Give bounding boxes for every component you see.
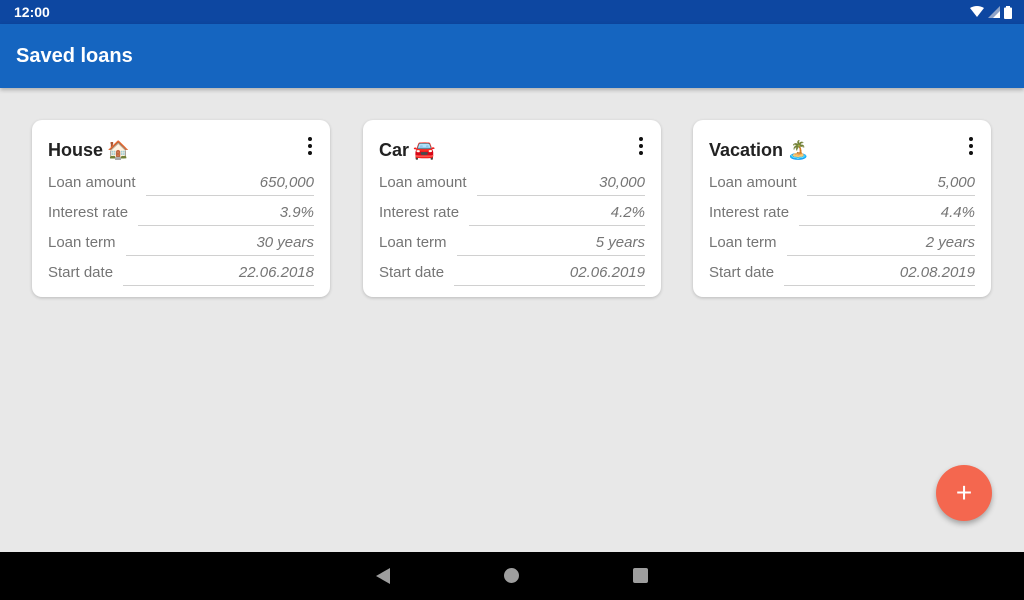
- island-icon: 🏝️: [787, 139, 810, 160]
- field-value: 30,000: [476, 174, 645, 196]
- add-loan-button[interactable]: +: [936, 465, 992, 521]
- field-value: 650,000: [145, 174, 314, 196]
- more-vert-icon: [969, 137, 973, 141]
- loan-field-row: Loan term 2 years: [709, 226, 975, 256]
- field-value: 30 years: [125, 234, 314, 256]
- status-icons: [970, 5, 1012, 19]
- loan-field-row: Start date 02.08.2019: [709, 256, 975, 286]
- loan-field-row: Loan amount 650,000: [48, 166, 314, 196]
- battery-icon: [1004, 5, 1012, 19]
- loan-field-row: Interest rate 4.2%: [379, 196, 645, 226]
- field-value: 5,000: [806, 174, 975, 196]
- loan-field-row: Start date 22.06.2018: [48, 256, 314, 286]
- field-label: Loan amount: [48, 174, 136, 191]
- field-label: Loan term: [379, 234, 447, 251]
- loan-field-row: Loan term 30 years: [48, 226, 314, 256]
- field-value: 22.06.2018: [123, 264, 314, 286]
- loan-field-row: Loan amount 30,000: [379, 166, 645, 196]
- loan-title: Vacation: [709, 139, 784, 160]
- loan-field-row: Interest rate 4.4%: [709, 196, 975, 226]
- field-value: 2 years: [786, 234, 975, 256]
- field-label: Loan amount: [379, 174, 467, 191]
- add-icon: +: [955, 477, 973, 508]
- page-title: Saved loans: [16, 44, 133, 67]
- loan-title: Car: [379, 139, 410, 160]
- wifi-icon: [970, 6, 984, 17]
- home-icon[interactable]: [504, 568, 519, 583]
- loan-field-row: Loan term 5 years: [379, 226, 645, 256]
- field-label: Interest rate: [709, 204, 790, 221]
- car-icon: 🚘: [413, 139, 436, 160]
- loan-card-house[interactable]: House 🏠 Loan amount 650,000 Interest rate 3…: [32, 120, 330, 297]
- back-icon[interactable]: [376, 568, 390, 584]
- field-label: Interest rate: [379, 204, 460, 221]
- status-time: 12:00: [14, 4, 50, 20]
- field-value: 3.9%: [138, 204, 314, 226]
- cell-signal-icon: [988, 6, 1000, 18]
- more-options-button[interactable]: [298, 134, 322, 158]
- field-value: 5 years: [456, 234, 645, 256]
- loan-card-vacation[interactable]: Vacation 🏝️ Loan amount 5,000 Interest rat…: [693, 120, 991, 297]
- navigation-bar: [0, 552, 1024, 600]
- loan-list: House 🏠 Loan amount 650,000 Interest rate 3…: [0, 88, 1024, 552]
- loan-field-row: Start date 02.06.2019: [379, 256, 645, 286]
- field-value: 4.2%: [469, 204, 645, 226]
- more-options-button[interactable]: [629, 134, 653, 158]
- loan-field-row: Loan amount 5,000: [709, 166, 975, 196]
- status-bar: 12:00: [0, 0, 1024, 24]
- more-vert-icon: [308, 137, 312, 141]
- field-value: 02.08.2019: [784, 264, 975, 286]
- app-bar: Saved loans: [0, 24, 1024, 88]
- field-label: Loan amount: [709, 174, 797, 191]
- field-label: Loan term: [709, 234, 777, 251]
- loan-title: House: [48, 139, 104, 160]
- recent-apps-icon[interactable]: [633, 568, 648, 583]
- field-label: Interest rate: [48, 204, 129, 221]
- more-vert-icon: [639, 137, 643, 141]
- house-icon: 🏠: [107, 139, 130, 160]
- field-value: 4.4%: [799, 204, 975, 226]
- field-label: Start date: [379, 264, 445, 281]
- more-options-button[interactable]: [959, 134, 983, 158]
- loan-card-car[interactable]: Car 🚘 Loan amount 30,000 Interest rate 4.2%…: [363, 120, 661, 297]
- field-label: Loan term: [48, 234, 116, 251]
- loan-field-row: Interest rate 3.9%: [48, 196, 314, 226]
- field-label: Start date: [709, 264, 775, 281]
- field-value: 02.06.2019: [454, 264, 645, 286]
- field-label: Start date: [48, 264, 114, 281]
